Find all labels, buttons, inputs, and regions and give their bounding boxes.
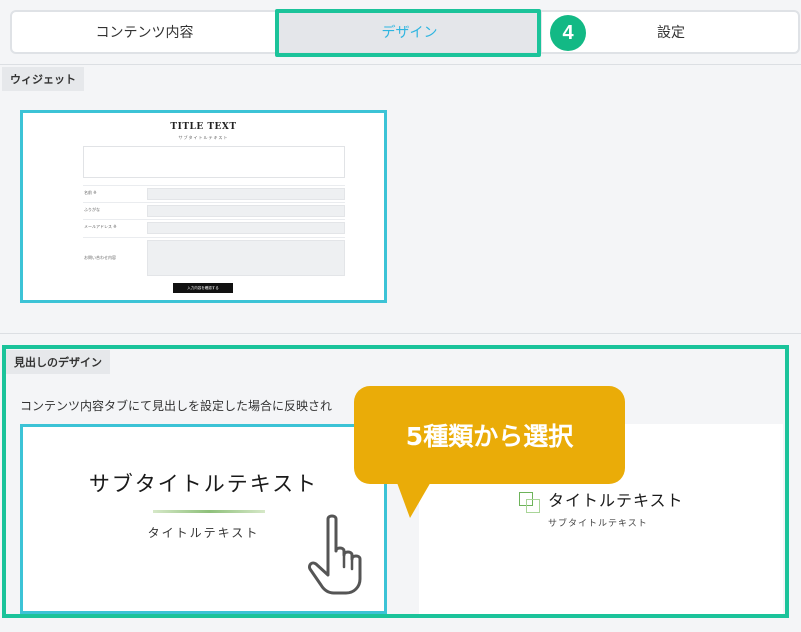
widget-preview-submit-button: 入力内容を確認する <box>173 283 233 293</box>
widget-preview-row: メールアドレス ※ <box>83 219 345 236</box>
widget-section-label: ウィジェット <box>2 67 84 91</box>
design-option-subtitle: サブタイトルテキスト <box>548 519 648 529</box>
step-number-badge: 4 <box>550 15 586 51</box>
callout-bubble: 5種類から選択 <box>354 386 625 484</box>
heading-description: コンテンツ内容タブにて見出しを設定した場合に反映され <box>20 399 333 413</box>
design-option-underline <box>153 510 265 513</box>
widget-preview-subtitle: サブタイトルテキスト <box>178 135 229 140</box>
widget-preview-title: TITLE TEXT <box>170 122 237 132</box>
design-option-title: タイトルテキスト <box>548 491 684 510</box>
field-label: ふりがな <box>84 207 100 212</box>
callout-tail <box>396 480 432 518</box>
square-ornament-icon <box>526 499 540 513</box>
heading-section-label: 見出しのデザイン <box>6 350 110 374</box>
hand-pointer-icon <box>308 514 362 595</box>
widget-preview-row: ふりがな <box>83 202 345 219</box>
widget-preview-row: お問い合わせ内容 <box>83 237 345 279</box>
field-label: 名前 ※ <box>84 190 97 195</box>
divider <box>0 64 801 65</box>
field-input <box>147 188 345 200</box>
field-textarea <box>147 240 345 276</box>
field-input <box>147 222 345 234</box>
widget-preview-text-box <box>83 146 345 178</box>
widget-design-preview[interactable]: TITLE TEXT サブタイトルテキスト 名前 ※ ふりがな メールアドレス … <box>20 110 387 303</box>
design-option-title: サブタイトルテキスト <box>88 472 319 496</box>
design-tab-highlight <box>275 9 541 57</box>
field-label: お問い合わせ内容 <box>84 255 116 260</box>
field-input <box>147 205 345 217</box>
tab-content[interactable]: コンテンツ内容 <box>12 12 277 52</box>
field-label: メールアドレス ※ <box>84 224 117 229</box>
divider <box>0 333 801 334</box>
widget-preview-row: 名前 ※ <box>83 185 345 202</box>
